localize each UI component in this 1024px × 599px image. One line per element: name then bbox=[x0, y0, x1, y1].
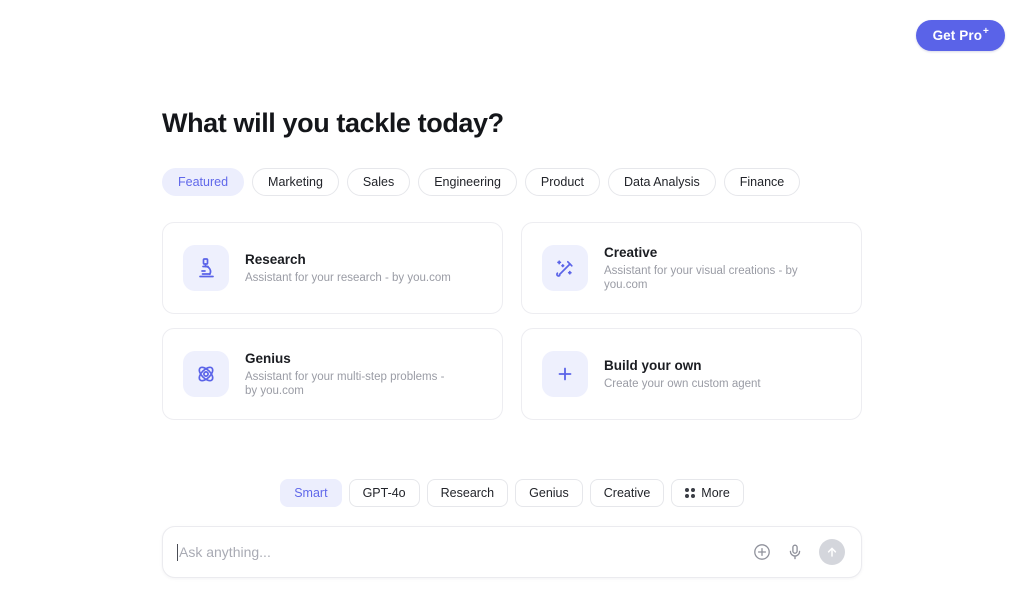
model-chip-label: Genius bbox=[529, 486, 569, 500]
category-pill-label: Featured bbox=[178, 175, 229, 189]
model-chip-label: Creative bbox=[603, 486, 651, 500]
agent-card-text: Build your own Create your own custom ag… bbox=[604, 357, 761, 392]
agent-card-creative[interactable]: Creative Assistant for your visual creat… bbox=[521, 222, 862, 314]
model-chip-creative[interactable]: Creative bbox=[589, 479, 665, 507]
category-pill-label: Product bbox=[540, 175, 585, 189]
magic-wand-icon bbox=[542, 245, 588, 291]
agent-card-text: Creative Assistant for your visual creat… bbox=[604, 244, 816, 293]
get-pro-button[interactable]: Get Pro + bbox=[915, 20, 1005, 51]
composer-bar[interactable] bbox=[162, 526, 862, 578]
category-pill-data-analysis[interactable]: Data Analysis bbox=[608, 168, 716, 196]
agent-card-grid: Research Assistant for your research - b… bbox=[162, 222, 862, 420]
agent-card-genius[interactable]: Genius Assistant for your multi-step pro… bbox=[162, 328, 503, 420]
agent-card-description: Create your own custom agent bbox=[604, 377, 761, 390]
model-chip-label: Smart bbox=[294, 486, 328, 500]
category-pill-label: Sales bbox=[362, 175, 395, 189]
category-pill-featured[interactable]: Featured bbox=[162, 168, 245, 196]
get-pro-label: Get Pro bbox=[932, 28, 983, 43]
agent-card-title: Build your own bbox=[604, 357, 702, 373]
ask-anything-input[interactable] bbox=[179, 527, 744, 577]
composer-actions bbox=[752, 539, 845, 565]
category-pill-label: Data Analysis bbox=[624, 175, 700, 189]
model-chip-gpt-4o[interactable]: GPT-4o bbox=[348, 479, 420, 507]
plus-circle-icon[interactable] bbox=[752, 542, 772, 562]
agent-card-title: Genius bbox=[245, 350, 291, 366]
model-chip-smart[interactable]: Smart bbox=[280, 479, 342, 507]
page-title: What will you tackle today? bbox=[162, 108, 504, 138]
category-filter-row: Featured Marketing Sales Engineering Pro… bbox=[162, 168, 801, 196]
model-chip-label: More bbox=[701, 486, 730, 500]
text-cursor bbox=[177, 543, 178, 561]
agent-card-text: Research Assistant for your research - b… bbox=[245, 251, 451, 286]
agent-card-title: Research bbox=[245, 251, 306, 267]
app-root: Get Pro + What will you tackle today? Fea… bbox=[0, 0, 1024, 599]
plus-icon bbox=[542, 351, 588, 397]
agent-card-description: Assistant for your visual creations - by… bbox=[604, 264, 798, 292]
atom-icon bbox=[183, 351, 229, 397]
agent-card-description: Assistant for your multi-step problems -… bbox=[245, 370, 445, 398]
model-selector-row: Smart GPT-4o Research Genius Creative Mo… bbox=[162, 479, 862, 507]
category-pill-engineering[interactable]: Engineering bbox=[418, 168, 517, 196]
model-chip-label: Research bbox=[440, 486, 495, 500]
category-pill-marketing[interactable]: Marketing bbox=[252, 168, 339, 196]
agent-card-research[interactable]: Research Assistant for your research - b… bbox=[162, 222, 503, 314]
microscope-icon bbox=[183, 245, 229, 291]
category-pill-product[interactable]: Product bbox=[524, 168, 601, 196]
category-pill-label: Engineering bbox=[434, 175, 501, 189]
agent-card-build-your-own[interactable]: Build your own Create your own custom ag… bbox=[521, 328, 862, 420]
agent-card-description: Assistant for your research - by you.com bbox=[245, 271, 451, 284]
top-bar: Get Pro + bbox=[0, 0, 1024, 70]
category-pill-label: Finance bbox=[739, 175, 785, 189]
category-pill-label: Marketing bbox=[268, 175, 323, 189]
microphone-icon[interactable] bbox=[785, 542, 805, 562]
category-pill-finance[interactable]: Finance bbox=[723, 168, 801, 196]
agent-card-text: Genius Assistant for your multi-step pro… bbox=[245, 350, 457, 399]
model-chip-genius[interactable]: Genius bbox=[515, 479, 583, 507]
grid-dots-icon bbox=[685, 488, 696, 498]
model-chip-more[interactable]: More bbox=[671, 479, 744, 507]
get-pro-plus: + bbox=[983, 25, 989, 37]
agent-card-title: Creative bbox=[604, 244, 658, 260]
model-chip-research[interactable]: Research bbox=[426, 479, 509, 507]
send-button[interactable] bbox=[819, 539, 845, 565]
model-chip-label: GPT-4o bbox=[362, 486, 406, 500]
category-pill-sales[interactable]: Sales bbox=[346, 168, 411, 196]
